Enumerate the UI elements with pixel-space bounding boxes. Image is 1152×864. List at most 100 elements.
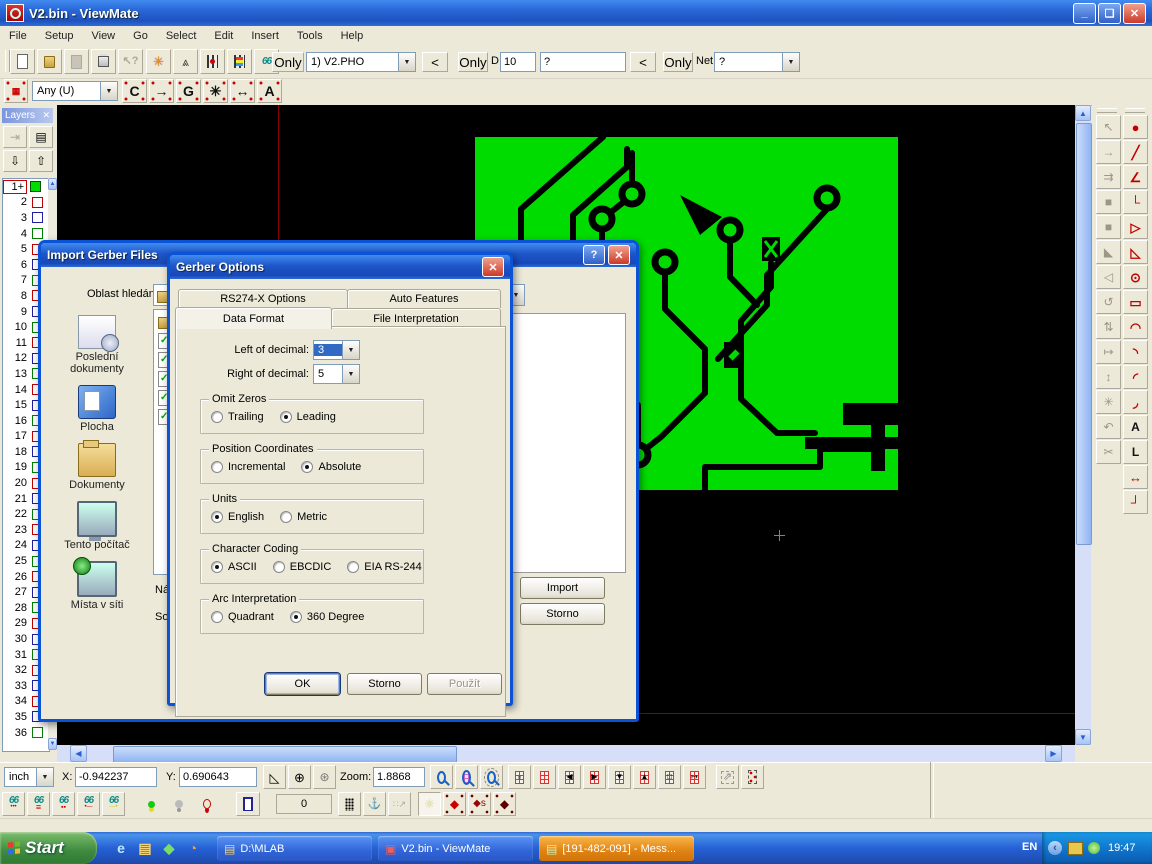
select-pointer-button[interactable]: ↖ — [1096, 115, 1121, 139]
move-pad-button[interactable]: ↦ — [1096, 340, 1121, 364]
draw-arc-nw-button[interactable]: ◜ — [1123, 365, 1148, 389]
left-of-decimal-select[interactable]: 3 ▼ — [313, 340, 360, 360]
radio-option[interactable]: Leading — [280, 411, 336, 423]
scroll-up-icon[interactable]: ▲ — [1075, 105, 1091, 121]
film-tools-button[interactable] — [173, 49, 198, 74]
view-marks-button[interactable] — [102, 792, 125, 816]
task-viewmate[interactable]: ▣ V2.bin - ViewMate — [378, 836, 533, 861]
draw-label-button[interactable]: L — [1123, 440, 1148, 464]
window-tile-button[interactable] — [236, 792, 260, 816]
task-explorer[interactable]: ▤ D:\MLAB — [217, 836, 372, 861]
draw-circle-button[interactable]: ⊙ — [1123, 265, 1148, 289]
menu-setup[interactable]: Setup — [36, 28, 83, 44]
messenger-tray-icon[interactable] — [1068, 842, 1083, 855]
snap-points-button[interactable] — [388, 792, 411, 816]
lamp-outline-button[interactable] — [196, 792, 218, 816]
draw-arc-ne-button[interactable]: ◝ — [1123, 340, 1148, 364]
radio-option[interactable]: Metric — [280, 511, 327, 523]
zoom-select-button[interactable] — [480, 765, 503, 789]
y-coordinate-field[interactable]: 0.690643 — [179, 767, 257, 787]
radio-option[interactable]: Absolute — [301, 461, 361, 473]
quick-ie-button[interactable]: e — [112, 839, 130, 857]
dcode-input[interactable]: 10 — [500, 52, 536, 72]
layers-panel-titlebar[interactable]: Layers ✕ — [2, 108, 53, 123]
draw-polyline-button[interactable]: ∠ — [1123, 165, 1148, 189]
ok-button[interactable]: OK — [265, 673, 340, 695]
measure-diagonal-button[interactable] — [716, 765, 739, 789]
radio-option[interactable]: 360 Degree — [290, 611, 365, 623]
draw-arc-button[interactable]: ◠ — [1123, 315, 1148, 339]
film-dcode-button[interactable] — [200, 49, 225, 74]
toolbar-grip[interactable] — [1125, 108, 1145, 113]
pad-solid-button[interactable] — [443, 792, 466, 816]
view-traces-button[interactable] — [77, 792, 100, 816]
layer-row[interactable]: 3 — [3, 210, 49, 226]
chevron-down-icon[interactable]: ▼ — [342, 341, 359, 359]
chevron-down-icon[interactable]: ▼ — [398, 53, 415, 71]
icq-tray-icon[interactable] — [1088, 842, 1100, 854]
film-select-button[interactable] — [658, 765, 681, 789]
layer-row[interactable]: 4 — [3, 226, 49, 242]
draw-elbow-button[interactable]: ┘ — [1123, 490, 1148, 514]
film-colors-button[interactable] — [227, 49, 252, 74]
prev-dcode-button[interactable]: < — [630, 52, 656, 72]
unit-combo[interactable]: inch ▼ — [4, 767, 54, 787]
radio-option[interactable]: ASCII — [211, 561, 257, 573]
draw-triangle-button[interactable]: ◺ — [1123, 240, 1148, 264]
menu-file[interactable]: File — [0, 28, 36, 44]
place-recent-documents[interactable]: Poslední dokumenty — [49, 315, 145, 375]
quick-firefox-button[interactable]: ◔ — [184, 839, 202, 857]
move-items-button[interactable]: ⇉ — [1096, 165, 1121, 189]
select-pair-button[interactable]: ↔ — [230, 79, 255, 103]
open-file-button[interactable] — [37, 49, 62, 74]
pad-dark-button[interactable] — [493, 792, 516, 816]
radio-option[interactable]: English — [211, 511, 264, 523]
options-dialog-titlebar[interactable]: Gerber Options ✕ — [170, 255, 510, 279]
select-flash-button[interactable]: ✳ — [203, 79, 228, 103]
zoom-in-button[interactable] — [430, 765, 453, 789]
settings-button[interactable]: ✳ — [1096, 390, 1121, 414]
horizontal-scrollbar[interactable]: ◀ ▶ — [57, 745, 1075, 762]
only-net-button[interactable]: Only — [663, 52, 693, 72]
right-of-decimal-select[interactable]: 5 ▼ — [313, 364, 360, 384]
draw-rect-button[interactable]: ▭ — [1123, 290, 1148, 314]
select-gerber-button[interactable]: G — [176, 79, 201, 103]
radio-option[interactable]: EIA RS-244 — [347, 561, 421, 573]
help-pointer-button[interactable] — [118, 49, 143, 74]
draw-pad-button[interactable]: ● — [1123, 115, 1148, 139]
apply-button[interactable]: Použít — [427, 673, 502, 695]
pan-right-button[interactable] — [583, 765, 606, 789]
help-button[interactable]: ? — [583, 245, 605, 265]
highlight-light-button[interactable] — [140, 792, 162, 816]
layer-row[interactable]: 1+ — [3, 179, 49, 195]
scroll-up-icon[interactable]: ▲ — [48, 178, 57, 190]
select-trace-button[interactable]: → — [149, 79, 174, 103]
draw-line-button[interactable]: ╱ — [1123, 140, 1148, 164]
new-file-button[interactable] — [10, 49, 35, 74]
pad-scratch-button[interactable] — [468, 792, 491, 816]
probe-target-button[interactable] — [313, 765, 336, 789]
pan-left-button[interactable] — [558, 765, 581, 789]
layer-color-swatch[interactable] — [30, 181, 41, 192]
select-component-button[interactable]: C — [122, 79, 147, 103]
pan-up-button[interactable] — [633, 765, 656, 789]
tab-rs274x-options[interactable]: RS274-X Options — [178, 289, 348, 308]
close-button[interactable]: ✕ — [1123, 3, 1146, 24]
menu-edit[interactable]: Edit — [205, 28, 242, 44]
layer-color-swatch[interactable] — [32, 197, 43, 208]
vertical-scrollbar[interactable]: ▲ ▼ — [1075, 105, 1091, 745]
move-right-button[interactable]: → — [1096, 140, 1121, 164]
draw-open-poly-button[interactable]: ▷ — [1123, 215, 1148, 239]
scroll-down-icon[interactable]: ▼ — [48, 738, 57, 750]
minimize-button[interactable]: _ — [1073, 3, 1096, 24]
toolbar-grip[interactable] — [1097, 108, 1117, 113]
only-dcode-button[interactable]: Only — [458, 52, 488, 72]
layer-color-swatch[interactable] — [32, 228, 43, 239]
film-move-button[interactable] — [683, 765, 706, 789]
only-layer-button[interactable]: Only — [272, 52, 304, 72]
horizontal-scroll-thumb[interactable] — [113, 746, 457, 763]
select-text-button[interactable]: A — [257, 79, 282, 103]
scroll-down-icon[interactable]: ▼ — [1075, 729, 1091, 745]
import-cancel-button[interactable]: Storno — [520, 603, 605, 625]
layer-down-button[interactable]: ⇩ — [3, 150, 27, 172]
